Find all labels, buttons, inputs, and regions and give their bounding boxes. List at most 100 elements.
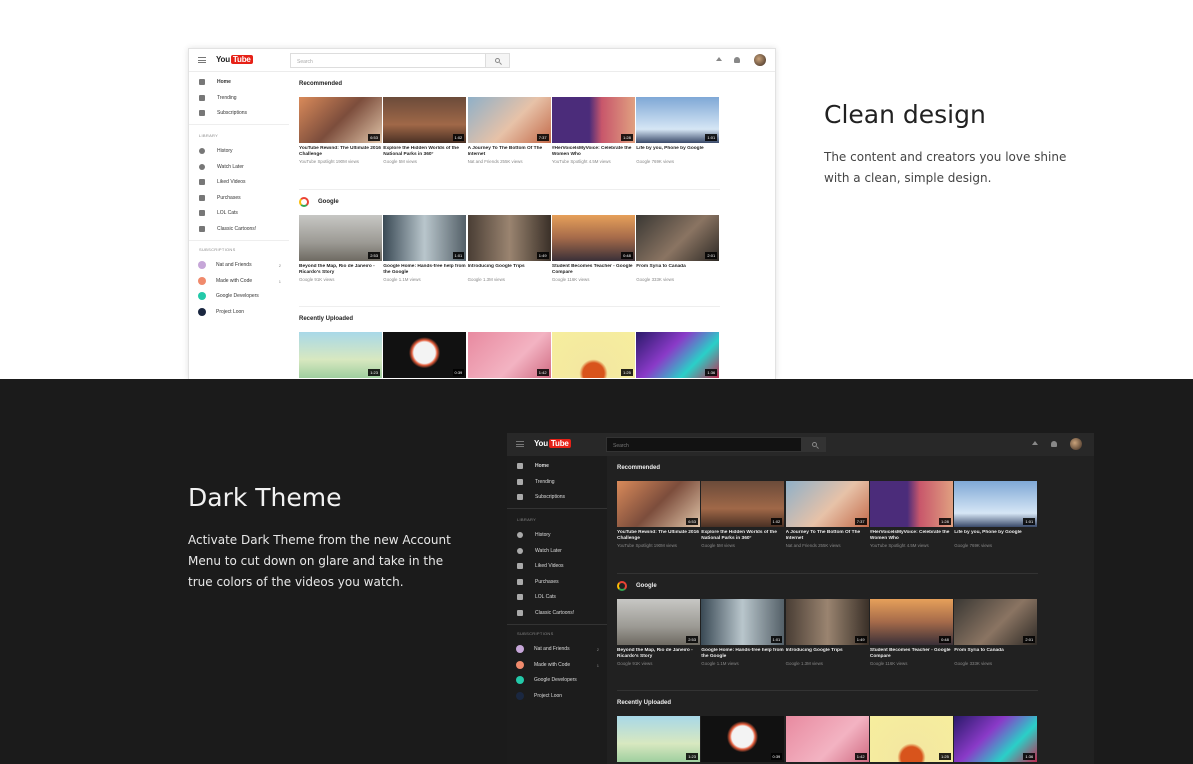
video-card[interactable]: 1:49 Introducing Google Trips Google 1.3M … [467,215,551,282]
video-thumbnail[interactable]: 1:01 [636,97,720,143]
sidebar-item-lol-cats[interactable]: LOL Cats [199,208,238,218]
video-thumbnail[interactable]: 0:39 [383,332,467,378]
video-thumbnail[interactable]: 1:25 [551,332,635,378]
sidebar-item-subscriptions[interactable]: Subscriptions [199,108,247,118]
channel-name[interactable]: Google [701,661,715,666]
video-card[interactable]: 1:23 [299,332,382,378]
sidebar-item-watch-later[interactable]: Watch Later [199,162,244,172]
video-thumbnail[interactable]: 0:48 [551,215,635,261]
video-card[interactable]: 1:01 Life by you, Phone by Google Google 7… [954,481,1038,548]
sidebar-item-purchases[interactable]: Purchases [517,577,559,587]
video-card[interactable]: 1:28 #HerVoiceIsMyVoice: Celebrate the Wo… [869,481,953,548]
video-title[interactable]: Explore the Hidden Worlds of the Nationa… [701,530,784,542]
channel-name[interactable]: Google [701,543,715,548]
channel-name[interactable]: Google [636,277,650,282]
video-title[interactable]: Google Home: Hands-free help from the Go… [383,264,466,276]
video-title[interactable]: Introducing Google Trips [786,648,869,660]
channel-name[interactable]: Google [786,661,800,666]
video-thumbnail[interactable]: 1:23 [617,716,700,762]
sidebar-item-classic-cartoons[interactable]: Classic Cartoons! [199,224,256,234]
channel-name[interactable]: Google [383,277,397,282]
video-thumbnail[interactable]: 2:53 [299,215,382,261]
video-title[interactable]: YouTube Rewind: The Ultimate 2016 Challe… [617,530,700,542]
video-thumbnail[interactable]: 1:01 [383,215,467,261]
video-card[interactable]: 1:02 Explore the Hidden Worlds of the Nat… [383,97,467,164]
video-card[interactable]: 2:01 From Syria to Canada Google 333K view… [636,215,720,282]
video-title[interactable]: Beyond the Map, Rio de Janeiro - Ricardo… [617,648,700,660]
video-card[interactable]: 0:39 [383,332,467,378]
shelf-title[interactable]: Recently Uploaded [299,316,353,322]
search-input[interactable]: Search [290,53,486,68]
video-card[interactable]: 1:01 Google Home: Hands-free help from th… [383,215,467,282]
youtube-logo[interactable]: You Tube [216,55,253,64]
video-thumbnail[interactable]: 1:01 [701,599,785,645]
upload-icon[interactable] [716,57,722,61]
video-card[interactable]: 1:49 Introducing Google Trips Google 1.3M … [785,599,869,666]
video-thumbnail[interactable]: 7:37 [785,481,869,527]
channel-name[interactable]: Google [383,159,397,164]
video-card[interactable]: 0:48 Student Becomes Teacher - Google Com… [551,215,635,282]
video-card[interactable]: 2:53 Beyond the Map, Rio de Janeiro - Ric… [617,599,700,666]
video-card[interactable]: 6:53 YouTube Rewind: The Ultimate 2016 Ch… [299,97,382,164]
sidebar-item-liked-videos[interactable]: Liked Videos [517,561,564,571]
video-thumbnail[interactable]: 1:28 [551,97,635,143]
channel-name[interactable]: Google [299,277,313,282]
video-card[interactable]: 1:01 Google Home: Hands-free help from th… [701,599,785,666]
video-title[interactable]: From Syria to Canada [636,264,719,276]
sidebar-item-home[interactable]: Home [517,461,549,471]
channel-name[interactable]: Google [954,543,968,548]
shelf-title[interactable]: Google [636,583,657,589]
video-thumbnail[interactable]: 1:42 [785,716,869,762]
sidebar-item-liked-videos[interactable]: Liked Videos [199,177,246,187]
subscription-project-loon[interactable]: Project Loon [516,691,599,701]
video-title[interactable]: Student Becomes Teacher - Google Compare [870,648,953,660]
subscription-project-loon[interactable]: Project Loon [198,307,281,317]
avatar[interactable] [754,54,766,66]
video-title[interactable]: From Syria to Canada [954,648,1037,660]
youtube-logo[interactable]: You Tube [534,439,571,448]
video-card[interactable]: 1:36 [954,716,1038,762]
video-title[interactable]: Student Becomes Teacher - Google Compare [552,264,635,276]
channel-name[interactable]: YouTube Spotlight [870,543,906,548]
bell-icon[interactable] [1051,441,1057,447]
video-title[interactable]: Google Home: Hands-free help from the Go… [701,648,784,660]
video-thumbnail[interactable]: 1:23 [299,332,382,378]
upload-icon[interactable] [1032,441,1038,445]
avatar[interactable] [1070,438,1082,450]
subscription-nat-and-friends[interactable]: Nat and Friends [198,260,281,270]
menu-icon[interactable] [198,57,206,63]
search-button[interactable] [486,53,510,68]
channel-name[interactable]: Google [617,661,631,666]
channel-name[interactable]: YouTube Spotlight [617,543,653,548]
video-card[interactable]: 1:25 [551,332,635,378]
channel-name[interactable]: YouTube Spotlight [299,159,335,164]
channel-name[interactable]: Google [954,661,968,666]
shelf-title[interactable]: Recommended [617,465,660,471]
video-thumbnail[interactable]: 1:02 [383,97,467,143]
video-title[interactable]: Life by you, Phone by Google [636,146,719,158]
video-title[interactable]: A Journey To The Bottom Of The Internet [468,146,551,158]
subscription-nat-and-friends[interactable]: Nat and Friends [516,644,599,654]
video-title[interactable]: #HerVoiceIsMyVoice: Celebrate the Women … [870,530,953,542]
video-thumbnail[interactable]: 0:39 [701,716,785,762]
shelf-title[interactable]: Recommended [299,81,342,87]
sidebar-item-watch-later[interactable]: Watch Later [517,546,562,556]
video-title[interactable]: Beyond the Map, Rio de Janeiro - Ricardo… [299,264,382,276]
menu-icon[interactable] [516,441,524,447]
search-input[interactable]: Search [606,437,802,452]
video-thumbnail[interactable]: 0:48 [869,599,953,645]
sidebar-item-home[interactable]: Home [199,77,231,87]
subscription-made-with-code[interactable]: Made with Code [516,660,599,670]
channel-name[interactable]: YouTube Spotlight [552,159,588,164]
video-card[interactable]: 1:42 [467,332,551,378]
video-title[interactable]: YouTube Rewind: The Ultimate 2016 Challe… [299,146,382,158]
video-title[interactable]: Explore the Hidden Worlds of the Nationa… [383,146,466,158]
video-card[interactable]: 7:37 A Journey To The Bottom Of The Inter… [785,481,869,548]
video-thumbnail[interactable]: 6:53 [299,97,382,143]
sidebar-item-trending[interactable]: Trending [517,477,555,487]
shelf-title[interactable]: Recently Uploaded [617,700,671,706]
video-thumbnail[interactable]: 2:01 [636,215,720,261]
sidebar-item-subscriptions[interactable]: Subscriptions [517,492,565,502]
video-title[interactable]: A Journey To The Bottom Of The Internet [786,530,869,542]
subscription-made-with-code[interactable]: Made with Code [198,276,281,286]
